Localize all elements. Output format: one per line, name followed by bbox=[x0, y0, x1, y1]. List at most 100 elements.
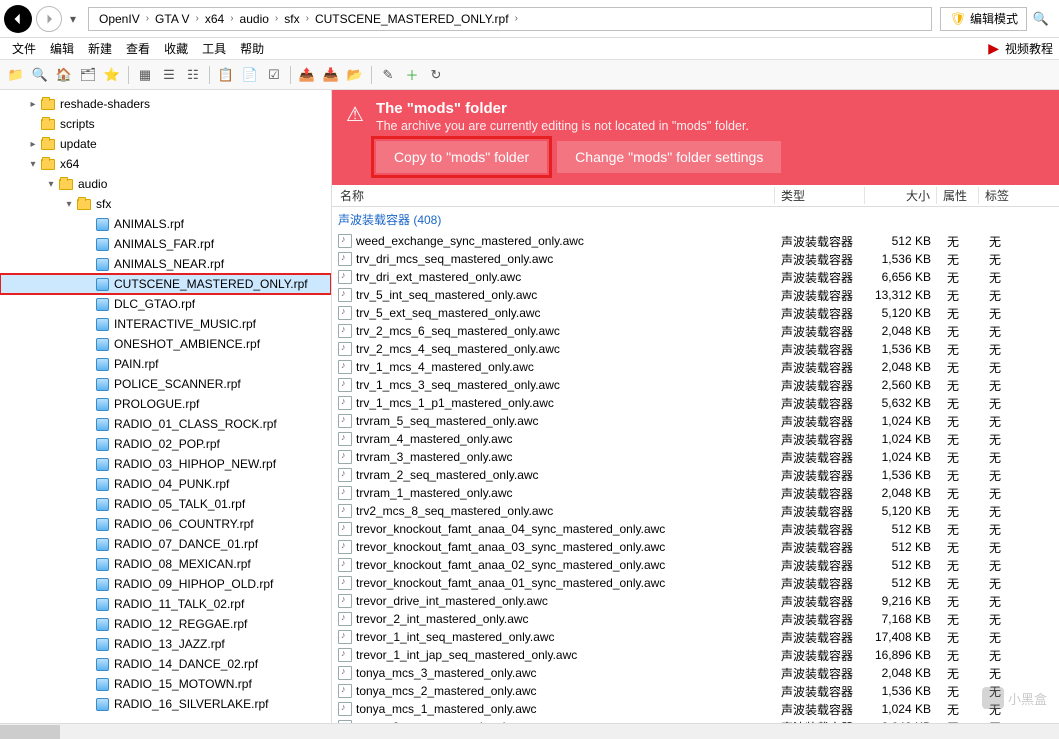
menu-view[interactable]: 查看 bbox=[120, 38, 156, 59]
tree-item[interactable]: RADIO_16_SILVERLAKE.rpf bbox=[0, 694, 331, 714]
tool-home[interactable]: 🏠 bbox=[54, 65, 74, 85]
group-header[interactable]: 声波装载容器 (408) bbox=[332, 207, 1059, 232]
tree-item[interactable]: ANIMALS_NEAR.rpf bbox=[0, 254, 331, 274]
file-row[interactable]: tonya_mcs_3_mastered_only.awc声波装载容器2,048… bbox=[332, 664, 1059, 682]
file-row[interactable]: tmom_2_rcm_mastered_only.awc声波装载容器3,048 … bbox=[332, 718, 1059, 723]
crumb-5[interactable]: CUTSCENE_MASTERED_ONLY.rpf bbox=[311, 8, 513, 30]
tree-twisty[interactable]: ▾ bbox=[26, 159, 40, 170]
crumb-1[interactable]: GTA V bbox=[151, 8, 193, 30]
tree-item[interactable]: RADIO_07_DANCE_01.rpf bbox=[0, 534, 331, 554]
file-row[interactable]: trevor_knockout_famt_anaa_04_sync_master… bbox=[332, 520, 1059, 538]
tool-view-list[interactable]: ☰ bbox=[159, 65, 179, 85]
tree-item[interactable]: ▾audio bbox=[0, 174, 331, 194]
file-list[interactable]: 声波装载容器 (408) weed_exchange_sync_mastered… bbox=[332, 207, 1059, 723]
file-row[interactable]: trevor_2_int_mastered_only.awc声波装载容器7,16… bbox=[332, 610, 1059, 628]
tool-export[interactable]: 📤 bbox=[297, 65, 317, 85]
file-row[interactable]: trv_1_mcs_3_seq_mastered_only.awc声波装载容器2… bbox=[332, 376, 1059, 394]
crumb-0[interactable]: OpenIV bbox=[95, 8, 144, 30]
tree-item[interactable]: INTERACTIVE_MUSIC.rpf bbox=[0, 314, 331, 334]
file-row[interactable]: weed_exchange_sync_mastered_only.awc声波装载… bbox=[332, 232, 1059, 250]
file-row[interactable]: trevor_1_int_seq_mastered_only.awc声波装载容器… bbox=[332, 628, 1059, 646]
menu-favorites[interactable]: 收藏 bbox=[158, 38, 194, 59]
menu-edit[interactable]: 编辑 bbox=[44, 38, 80, 59]
file-row[interactable]: trv_dri_mcs_seq_mastered_only.awc声波装载容器1… bbox=[332, 250, 1059, 268]
file-row[interactable]: trvram_3_mastered_only.awc声波装载容器1,024 KB… bbox=[332, 448, 1059, 466]
tree-item[interactable]: PROLOGUE.rpf bbox=[0, 394, 331, 414]
back-button[interactable] bbox=[4, 5, 32, 33]
file-row[interactable]: tonya_mcs_1_mastered_only.awc声波装载容器1,024… bbox=[332, 700, 1059, 718]
horizontal-scrollbar[interactable] bbox=[0, 723, 1059, 739]
file-row[interactable]: trevor_drive_int_mastered_only.awc声波装载容器… bbox=[332, 592, 1059, 610]
tree-item[interactable]: ▾sfx bbox=[0, 194, 331, 214]
tree-item[interactable]: RADIO_05_TALK_01.rpf bbox=[0, 494, 331, 514]
tree-item[interactable]: RADIO_06_COUNTRY.rpf bbox=[0, 514, 331, 534]
file-row[interactable]: trv_5_ext_seq_mastered_only.awc声波装载容器5,1… bbox=[332, 304, 1059, 322]
col-tag[interactable]: 标签 bbox=[979, 187, 1059, 204]
col-type[interactable]: 类型 bbox=[775, 187, 865, 204]
tool-tree[interactable]: 🗂 bbox=[78, 65, 98, 85]
tree-item[interactable]: PAIN.rpf bbox=[0, 354, 331, 374]
tree-item[interactable]: ANIMALS_FAR.rpf bbox=[0, 234, 331, 254]
tree-item[interactable]: ▾x64 bbox=[0, 154, 331, 174]
file-row[interactable]: trevor_knockout_famt_anaa_01_sync_master… bbox=[332, 574, 1059, 592]
file-row[interactable]: trv_2_mcs_4_seq_mastered_only.awc声波装载容器1… bbox=[332, 340, 1059, 358]
tool-paste[interactable]: 📄 bbox=[240, 65, 260, 85]
tree-item[interactable]: ONESHOT_AMBIENCE.rpf bbox=[0, 334, 331, 354]
tree-item[interactable]: RADIO_14_DANCE_02.rpf bbox=[0, 654, 331, 674]
tree-item[interactable]: RADIO_12_REGGAE.rpf bbox=[0, 614, 331, 634]
file-row[interactable]: trevor_knockout_famt_anaa_03_sync_master… bbox=[332, 538, 1059, 556]
tree-twisty[interactable]: ▾ bbox=[44, 179, 58, 190]
tree-item[interactable]: RADIO_11_TALK_02.rpf bbox=[0, 594, 331, 614]
file-row[interactable]: trvram_1_mastered_only.awc声波装载容器2,048 KB… bbox=[332, 484, 1059, 502]
file-row[interactable]: tonya_mcs_2_mastered_only.awc声波装载容器1,536… bbox=[332, 682, 1059, 700]
folder-tree[interactable]: ▸reshade-shadersscripts▸update▾x64▾audio… bbox=[0, 90, 332, 723]
file-row[interactable]: trvram_5_seq_mastered_only.awc声波装载容器1,02… bbox=[332, 412, 1059, 430]
crumb-2[interactable]: x64 bbox=[201, 8, 228, 30]
crumb-4[interactable]: sfx bbox=[280, 8, 303, 30]
history-dropdown[interactable]: ▾ bbox=[66, 12, 80, 26]
file-row[interactable]: trv_5_int_seq_mastered_only.awc声波装载容器13,… bbox=[332, 286, 1059, 304]
file-row[interactable]: trv_1_mcs_1_p1_mastered_only.awc声波装载容器5,… bbox=[332, 394, 1059, 412]
video-tutorial-link[interactable]: 视频教程 bbox=[1005, 40, 1053, 57]
tool-star[interactable]: ⭐ bbox=[102, 65, 122, 85]
menu-help[interactable]: 帮助 bbox=[234, 38, 270, 59]
tree-twisty[interactable]: ▸ bbox=[26, 139, 40, 150]
change-mods-settings-button[interactable]: Change "mods" folder settings bbox=[557, 141, 781, 173]
tool-add[interactable]: ＋ bbox=[402, 65, 422, 85]
col-size[interactable]: 大小 bbox=[865, 187, 937, 204]
menu-file[interactable]: 文件 bbox=[6, 38, 42, 59]
file-row[interactable]: trvram_4_mastered_only.awc声波装载容器1,024 KB… bbox=[332, 430, 1059, 448]
file-row[interactable]: trv_dri_ext_mastered_only.awc声波装载容器6,656… bbox=[332, 268, 1059, 286]
file-row[interactable]: trv_1_mcs_4_mastered_only.awc声波装载容器2,048… bbox=[332, 358, 1059, 376]
search-icon[interactable]: 🔍 bbox=[1031, 9, 1051, 29]
tree-item[interactable]: POLICE_SCANNER.rpf bbox=[0, 374, 331, 394]
file-row[interactable]: trvram_2_seq_mastered_only.awc声波装载容器1,53… bbox=[332, 466, 1059, 484]
breadcrumb[interactable]: OpenIV›GTA V›x64›audio›sfx›CUTSCENE_MAST… bbox=[88, 7, 932, 31]
file-row[interactable]: trevor_knockout_famt_anaa_02_sync_master… bbox=[332, 556, 1059, 574]
tree-item[interactable]: ▸reshade-shaders bbox=[0, 94, 331, 114]
menu-tools[interactable]: 工具 bbox=[196, 38, 232, 59]
tree-item[interactable]: RADIO_04_PUNK.rpf bbox=[0, 474, 331, 494]
tree-item[interactable]: RADIO_01_CLASS_ROCK.rpf bbox=[0, 414, 331, 434]
tree-item[interactable]: ANIMALS.rpf bbox=[0, 214, 331, 234]
tool-search[interactable]: 🔍 bbox=[30, 65, 50, 85]
tool-edit[interactable]: ✎ bbox=[378, 65, 398, 85]
file-row[interactable]: trv_2_mcs_6_seq_mastered_only.awc声波装载容器2… bbox=[332, 322, 1059, 340]
tool-open[interactable]: 📂 bbox=[345, 65, 365, 85]
tool-refresh[interactable]: ↻ bbox=[426, 65, 446, 85]
tree-item[interactable]: RADIO_03_HIPHOP_NEW.rpf bbox=[0, 454, 331, 474]
tree-item[interactable]: RADIO_09_HIPHOP_OLD.rpf bbox=[0, 574, 331, 594]
tree-twisty[interactable]: ▾ bbox=[62, 199, 76, 210]
tool-import[interactable]: 📥 bbox=[321, 65, 341, 85]
tree-item[interactable]: RADIO_13_JAZZ.rpf bbox=[0, 634, 331, 654]
tree-item[interactable]: ▸update bbox=[0, 134, 331, 154]
col-name[interactable]: 名称 bbox=[332, 187, 775, 204]
tree-item[interactable]: DLC_GTAO.rpf bbox=[0, 294, 331, 314]
edit-mode-toggle[interactable]: 🛡 编辑模式 bbox=[940, 7, 1027, 31]
copy-to-mods-button[interactable]: Copy to "mods" folder bbox=[376, 141, 547, 173]
tree-item[interactable]: CUTSCENE_MASTERED_ONLY.rpf bbox=[0, 274, 331, 294]
tool-view-details[interactable]: ☷ bbox=[183, 65, 203, 85]
menu-new[interactable]: 新建 bbox=[82, 38, 118, 59]
tree-twisty[interactable]: ▸ bbox=[26, 99, 40, 110]
file-row[interactable]: trevor_1_int_jap_seq_mastered_only.awc声波… bbox=[332, 646, 1059, 664]
